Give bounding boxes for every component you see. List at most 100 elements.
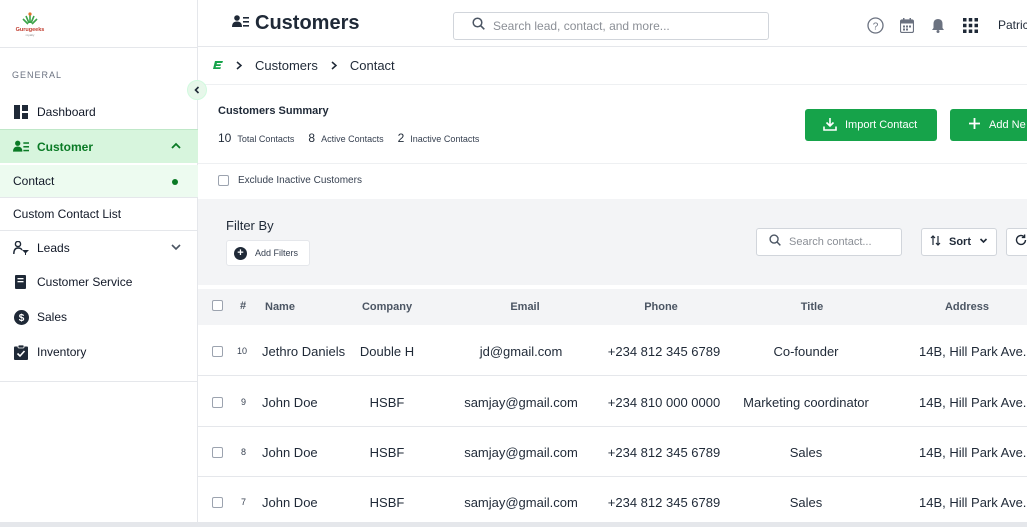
search-icon [769, 233, 781, 251]
row-index: 9 [241, 397, 247, 407]
column-header-company[interactable]: Company [362, 301, 412, 313]
row-phone: +234 812 345 6789 [607, 344, 721, 359]
sidebar-divider [0, 47, 198, 48]
dollar-icon: $ [13, 309, 29, 325]
row-index: 8 [241, 447, 247, 457]
column-header-email[interactable]: Email [510, 301, 539, 313]
row-checkbox[interactable] [212, 397, 223, 408]
import-contact-label: Import Contact [845, 119, 918, 131]
svg-text:royalty: royalty [26, 33, 35, 37]
exclude-inactive-checkbox[interactable] [218, 175, 229, 186]
row-checkbox[interactable] [212, 447, 223, 458]
sort-arrows-icon [930, 235, 941, 249]
table-header: # Name Company Email Phone Title Address [198, 289, 1027, 325]
apps-grid-icon[interactable] [961, 16, 979, 34]
active-contacts-value: 8 [308, 131, 316, 145]
table-row[interactable]: 7 John Doe HSBF samjay@gmail.com +234 81… [198, 477, 1027, 522]
chevron-right-icon [330, 59, 338, 73]
sidebar-item-label: Customer [37, 139, 94, 154]
sidebar-collapse-button[interactable] [187, 80, 207, 100]
row-phone: +234 812 345 6789 [607, 495, 721, 510]
row-name: Jethro Daniels [262, 344, 346, 359]
column-header-phone[interactable]: Phone [644, 301, 678, 313]
calendar-icon[interactable] [898, 16, 916, 34]
active-contacts-label: Active Contacts [321, 134, 384, 144]
exclude-inactive-toggle[interactable]: Exclude Inactive Customers [218, 175, 362, 186]
sort-button[interactable]: Sort [921, 228, 997, 256]
top-header: Customers ? Patric [198, 0, 1027, 47]
row-phone: +234 812 345 6789 [607, 445, 721, 460]
active-indicator-dot [172, 179, 178, 185]
inactive-contacts-label: Inactive Contacts [410, 134, 480, 144]
chevron-up-icon [170, 140, 182, 155]
table-row[interactable]: 8 John Doe HSBF samjay@gmail.com +234 81… [198, 427, 1027, 477]
sidebar-item-customer[interactable]: Customer [0, 129, 198, 163]
column-header-name[interactable]: Name [265, 301, 295, 313]
chevron-down-icon [170, 241, 182, 256]
divider [198, 84, 1027, 85]
sidebar-subitem-label: Contact [13, 174, 55, 188]
row-address: 14B, Hill Park Ave. [919, 445, 1027, 460]
row-checkbox[interactable] [212, 346, 223, 357]
download-icon [823, 117, 837, 134]
row-name: John Doe [262, 395, 318, 410]
plus-circle-icon: + [234, 246, 247, 260]
global-search[interactable] [453, 12, 769, 40]
user-name[interactable]: Patric [998, 18, 1027, 32]
row-email: samjay@gmail.com [464, 495, 578, 510]
sidebar-subitem-contact[interactable]: Contact [0, 165, 198, 197]
contact-search-input[interactable] [789, 236, 899, 248]
summary-stats: 10 Total Contacts 8 Active Contacts 2 In… [218, 131, 493, 145]
help-icon[interactable]: ? [866, 16, 884, 34]
row-phone: +234 810 000 0000 [607, 395, 721, 410]
brand-logo[interactable]: Gurugeeks royalty [12, 12, 48, 38]
global-search-input[interactable] [493, 19, 753, 33]
table-row[interactable]: 9 John Doe HSBF samjay@gmail.com +234 81… [198, 377, 1027, 427]
select-all-checkbox[interactable] [212, 300, 223, 311]
sidebar-subitem-custom-contact-list[interactable]: Custom Contact List [0, 198, 198, 230]
add-new-button[interactable]: Add Ne [950, 109, 1027, 141]
sidebar-item-label: Leads [37, 241, 70, 255]
sidebar-item-leads[interactable]: Leads [0, 231, 198, 265]
row-company: HSBF [369, 445, 405, 460]
sidebar-item-customer-service[interactable]: Customer Service [0, 265, 198, 299]
sidebar-item-label: Dashboard [37, 105, 96, 119]
total-contacts-label: Total Contacts [237, 134, 295, 144]
refresh-button[interactable] [1006, 228, 1027, 256]
sidebar-item-label: Sales [37, 310, 68, 324]
row-company: HSBF [369, 395, 405, 410]
breadcrumb: Customers Contact [213, 58, 395, 73]
brand-e-icon[interactable] [213, 58, 223, 73]
sidebar-item-dashboard[interactable]: Dashboard [0, 95, 198, 129]
sidebar-item-sales[interactable]: $ Sales [0, 300, 198, 334]
row-address: 14B, Hill Park Ave. [919, 344, 1027, 359]
column-header-address[interactable]: Address [945, 301, 989, 313]
row-checkbox[interactable] [212, 497, 223, 508]
customers-icon [232, 14, 249, 33]
page-title: Customers [255, 12, 360, 34]
import-contact-button[interactable]: Import Contact [805, 109, 937, 141]
filter-panel: Filter By + Add Filters Sort [198, 199, 1027, 285]
dashboard-icon [13, 104, 29, 120]
svg-text:?: ? [872, 21, 878, 32]
table-row[interactable]: 10 Jethro Daniels Double H jd@gmail.com … [198, 326, 1027, 376]
row-email: samjay@gmail.com [464, 395, 578, 410]
bell-icon[interactable] [929, 16, 947, 34]
leads-icon [13, 240, 29, 256]
sidebar-item-inventory[interactable]: Inventory [0, 335, 198, 369]
breadcrumb-customers[interactable]: Customers [255, 58, 318, 73]
filter-title: Filter By [226, 218, 274, 233]
breadcrumb-contact[interactable]: Contact [350, 58, 395, 73]
chevron-right-icon [235, 59, 243, 73]
sidebar-item-label: Inventory [37, 345, 87, 359]
column-header-title[interactable]: Title [801, 301, 823, 313]
document-icon [13, 274, 29, 290]
page-title-group: Customers [232, 12, 359, 35]
add-filters-button[interactable]: + Add Filters [226, 240, 310, 266]
row-index: 7 [241, 497, 247, 507]
row-title: Sales [789, 495, 823, 510]
inactive-contacts-value: 2 [397, 131, 405, 145]
row-address: 14B, Hill Park Ave. [919, 495, 1027, 510]
contact-search[interactable] [756, 228, 902, 256]
sidebar: Gurugeeks royalty GENERAL Dashboard Cust… [0, 0, 198, 522]
